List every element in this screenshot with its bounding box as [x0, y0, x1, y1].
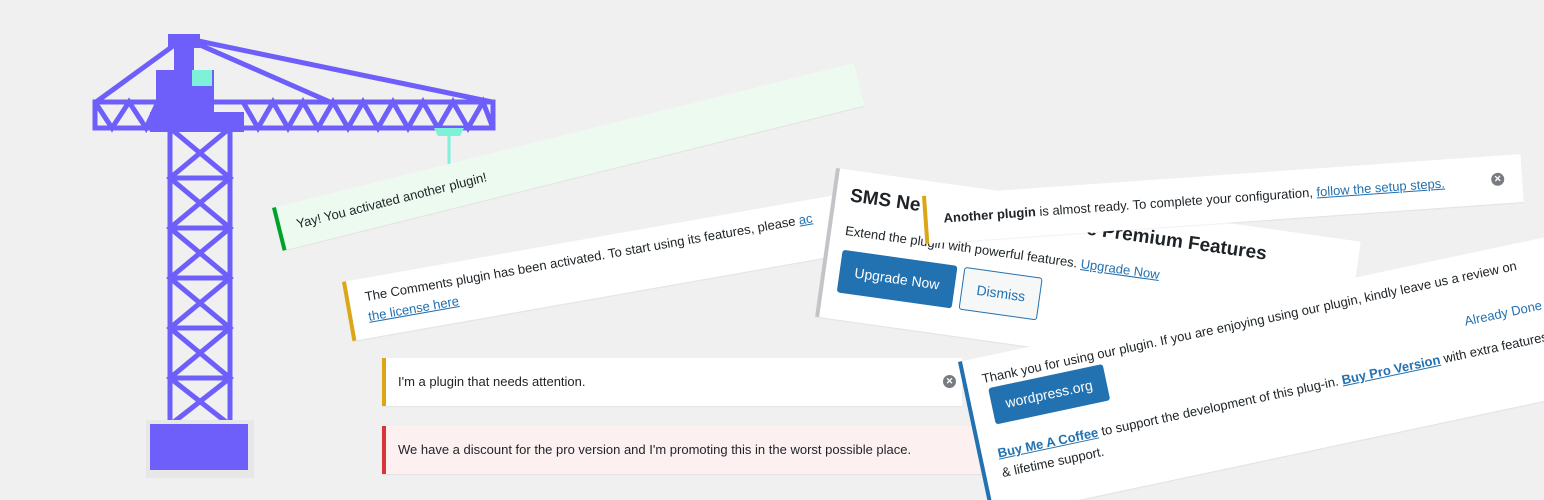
activate-license-link[interactable]: ac [797, 210, 813, 227]
buy-pro-version-link[interactable]: Buy Pro Version [1340, 352, 1441, 388]
crane-illustration [92, 34, 496, 478]
notice-attention-text: I'm a plugin that needs attention. [398, 374, 586, 389]
notice-setup-plugin-name: Another plugin [943, 204, 1037, 226]
notice-error: We have a discount for the pro version a… [382, 426, 982, 474]
setup-steps-link[interactable]: follow the setup steps. [1316, 176, 1445, 200]
premium-title-start: SMS Ne [848, 185, 922, 217]
notice-setup-text: is almost ready. To complete your config… [1035, 184, 1317, 220]
dismiss-icon[interactable]: ✕ [943, 375, 956, 388]
notice-error-text: We have a discount for the pro version a… [398, 442, 912, 457]
support-text: to support the development of this plug-… [1096, 372, 1344, 440]
upgrade-now-link[interactable]: Upgrade Now [1080, 256, 1161, 282]
notice-attention: I'm a plugin that needs attention. ✕ [382, 358, 962, 406]
already-done-link[interactable]: Already Done [1463, 296, 1544, 331]
dismiss-icon[interactable]: ✕ [1490, 172, 1505, 187]
upgrade-now-button[interactable]: Upgrade Now [836, 249, 958, 309]
dismiss-button[interactable]: Dismiss [958, 266, 1043, 321]
